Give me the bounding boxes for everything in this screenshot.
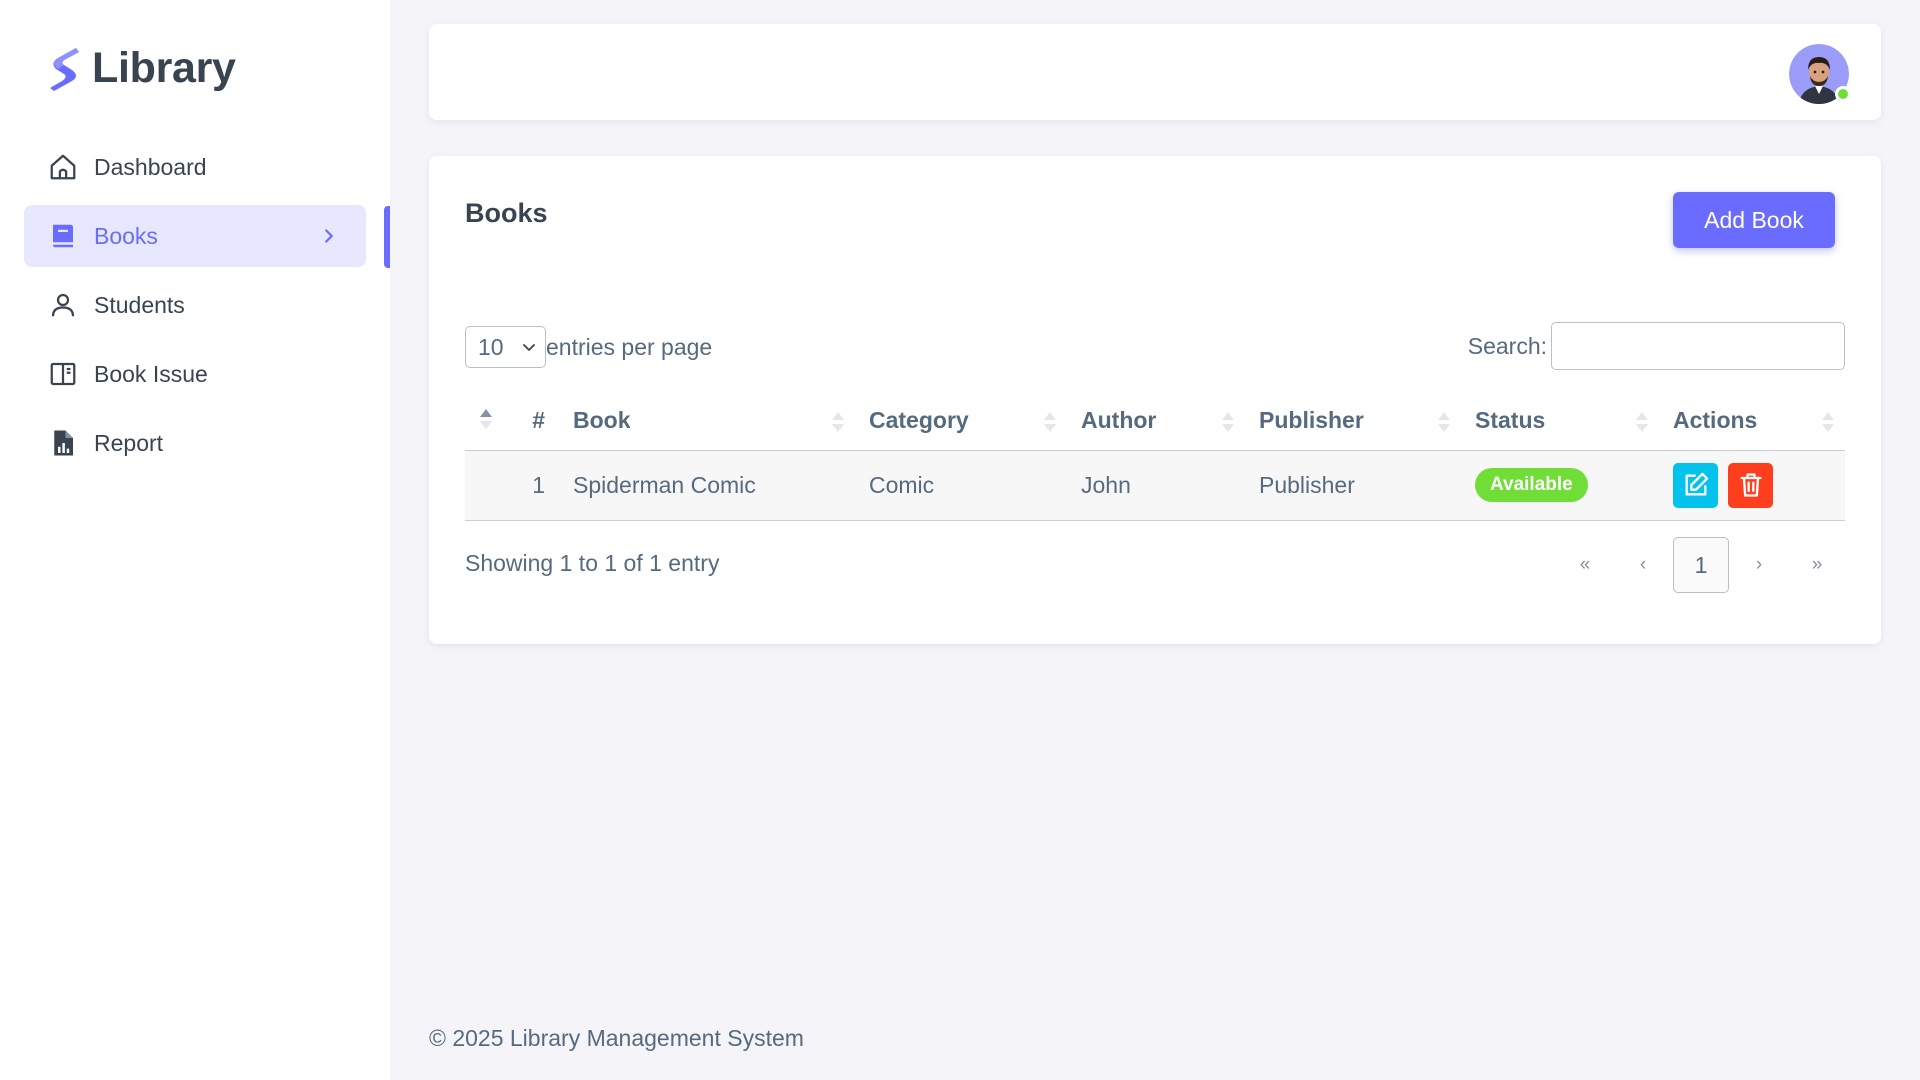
sidebar-item-book-issue[interactable]: Book Issue: [24, 343, 366, 405]
search-label: Search:: [1467, 332, 1547, 359]
column-header-label: Category: [869, 407, 969, 434]
delete-button[interactable]: [1728, 462, 1774, 508]
sidebar-item-dashboard[interactable]: Dashboard: [24, 136, 366, 198]
edit-icon: [1685, 472, 1708, 496]
sidebar-item-books[interactable]: Books: [24, 205, 366, 267]
column-header-status[interactable]: Status: [1461, 392, 1659, 451]
table-header-row: # Book Category Author Publisher Status …: [465, 392, 1845, 451]
previous-page-button[interactable]: ‹: [1615, 537, 1671, 593]
status-badge: Available: [1475, 468, 1588, 502]
cell-book: Spiderman Comic: [559, 450, 855, 521]
cell-publisher: Publisher: [1245, 450, 1461, 521]
cell-number: 1: [465, 450, 559, 521]
page-1-button[interactable]: 1: [1673, 537, 1729, 593]
books-card: Books Add Book 10 entries per page Searc…: [429, 156, 1881, 644]
chevron-down-icon: [523, 344, 535, 351]
user-icon: [48, 290, 78, 320]
brand[interactable]: Library: [46, 40, 236, 96]
sidebar-item-students[interactable]: Students: [24, 274, 366, 336]
last-page-button[interactable]: »: [1789, 537, 1845, 593]
sort-icon: [1222, 412, 1234, 432]
sidebar-menu: Dashboard Books Students Book Issue Repo…: [24, 136, 366, 481]
edit-button[interactable]: [1673, 462, 1718, 508]
sidebar: Library Dashboard Books Students Book Is…: [0, 0, 390, 1080]
entries-control: 10 entries per page: [465, 326, 712, 368]
sort-icon: [1822, 412, 1834, 432]
chevron-right-icon: [325, 229, 333, 243]
cell-status: Available: [1461, 450, 1659, 521]
entries-per-page-select[interactable]: 10: [465, 326, 546, 368]
column-header-publisher[interactable]: Publisher: [1245, 392, 1461, 451]
books-table: # Book Category Author Publisher Status …: [465, 392, 1845, 521]
entries-value: 10: [478, 333, 504, 360]
sidebar-item-report[interactable]: Report: [24, 412, 366, 474]
report-file-icon: [48, 428, 78, 458]
table-row: 1 Spiderman Comic Comic John Publisher A…: [465, 450, 1845, 521]
column-header-label: Book: [573, 407, 631, 434]
footer-text: © 2025 Library Management System: [429, 1025, 804, 1051]
sort-icon: [832, 412, 844, 432]
sidebar-item-label: Dashboard: [94, 153, 207, 180]
column-header-book[interactable]: Book: [559, 392, 855, 451]
trash-icon: [1740, 473, 1762, 497]
cell-category: Comic: [855, 450, 1067, 521]
sidebar-item-label: Students: [94, 291, 185, 318]
sort-icon: [1438, 412, 1450, 432]
column-header-label: Status: [1475, 407, 1546, 434]
brand-name: Library: [92, 43, 236, 92]
table-info: Showing 1 to 1 of 1 entry: [465, 550, 720, 576]
cell-author: John: [1067, 450, 1245, 521]
sidebar-item-label: Books: [94, 222, 158, 249]
user-avatar[interactable]: [1789, 44, 1851, 104]
sort-icon: [1636, 412, 1648, 432]
entries-label: entries per page: [546, 333, 713, 360]
book-open-icon: [48, 359, 78, 389]
brand-logo-icon: [50, 48, 79, 91]
search-input[interactable]: [1551, 322, 1845, 370]
active-indicator: [384, 206, 390, 268]
first-page-button[interactable]: «: [1557, 537, 1613, 593]
card-title: Books: [465, 198, 548, 228]
search-control: Search:: [1468, 322, 1845, 370]
sort-ascending-icon: [480, 409, 492, 429]
next-page-button[interactable]: ›: [1731, 537, 1787, 593]
sidebar-item-label: Book Issue: [94, 360, 208, 387]
book-icon: [48, 221, 78, 251]
home-icon: [48, 152, 78, 182]
column-header-label: Author: [1081, 407, 1157, 434]
top-navbar: [429, 24, 1881, 120]
column-header-label: Publisher: [1259, 407, 1364, 434]
online-status-dot: [1835, 86, 1851, 102]
pagination: « ‹ 1 › »: [1557, 537, 1845, 593]
column-header-number[interactable]: #: [465, 392, 559, 451]
column-header-label: Actions: [1673, 407, 1758, 434]
column-header-author[interactable]: Author: [1067, 392, 1245, 451]
column-header-actions[interactable]: Actions: [1659, 392, 1845, 451]
sort-icon: [1044, 412, 1056, 432]
column-header-category[interactable]: Category: [855, 392, 1067, 451]
column-header-label: #: [532, 407, 545, 434]
sidebar-item-label: Report: [94, 429, 164, 456]
add-book-button[interactable]: Add Book: [1673, 192, 1835, 248]
cell-actions: [1659, 450, 1845, 521]
